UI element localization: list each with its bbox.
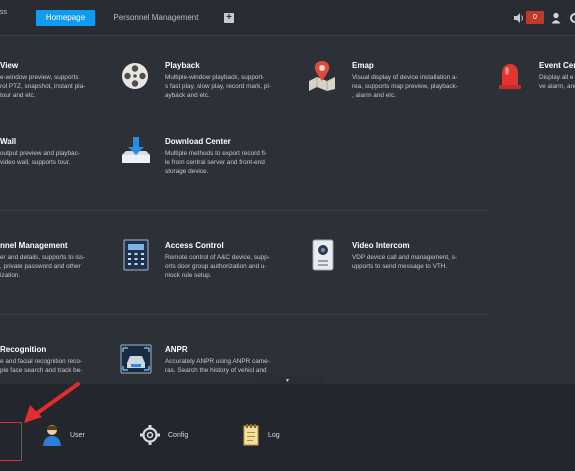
module-title: Recognition <box>0 345 47 354</box>
bottom-item-user[interactable]: User <box>42 424 102 448</box>
module-description: Multiple-window playback, support-s fast… <box>165 74 271 99</box>
add-tab-button[interactable]: + <box>224 13 234 23</box>
module-title: Wall <box>0 137 17 146</box>
settings-gear-icon[interactable] <box>568 12 575 24</box>
module-view[interactable]: View e-window preview, supports rol PTZ, … <box>0 61 110 121</box>
module-access-control[interactable]: Access Control Remote control of A&C dev… <box>118 239 288 299</box>
module-title: View <box>0 61 19 70</box>
module-title: Download Center <box>165 137 231 146</box>
bottom-item-label: Log <box>268 432 280 439</box>
log-icon <box>243 424 259 446</box>
access-control-icon <box>123 239 149 271</box>
module-description: Multiple methods to export record fi-le … <box>165 150 267 175</box>
module-playback[interactable]: Playback Multiple-window playback, suppo… <box>118 59 288 119</box>
module-description: VDP device call and management, s-upport… <box>352 254 458 270</box>
gear-icon <box>140 425 160 445</box>
bottom-item-config[interactable]: Config <box>140 424 210 448</box>
film-reel-icon <box>122 63 148 89</box>
user-icon[interactable] <box>551 12 561 24</box>
module-title: Access Control <box>165 241 224 250</box>
module-title: Emap <box>352 61 374 70</box>
module-description: e-window preview, supports rol PTZ, snaps… <box>0 74 86 99</box>
module-personnel-management[interactable]: nnel Management er and details, supports… <box>0 241 110 301</box>
module-emap[interactable]: Emap Visual display of device installati… <box>305 59 475 119</box>
module-title: Event Cen <box>539 61 575 70</box>
app-window: ss Homepage Personnel Management + 0 Vie… <box>0 0 575 471</box>
divider <box>330 210 490 211</box>
divider <box>0 314 490 315</box>
brand-title: ss <box>0 9 7 16</box>
module-description: er and details, supports to iss-, privat… <box>0 254 86 279</box>
module-description: Display all e ve alarm, and <box>539 74 575 90</box>
anpr-camera-icon <box>120 344 152 374</box>
bottom-toolbar: User Config Log <box>0 384 575 471</box>
user-icon <box>43 425 61 446</box>
chevron-down-icon: ▾ <box>286 378 290 384</box>
module-video-wall[interactable]: Wall output preview and playbac-video wa… <box>0 137 110 197</box>
alarm-light-icon <box>499 64 521 89</box>
speaker-icon[interactable] <box>513 12 525 24</box>
module-title: Playback <box>165 61 200 70</box>
download-icon <box>122 137 150 163</box>
module-title: Video Intercom <box>352 241 410 250</box>
module-description: Accurately ANPR using ANPR came-ras. Sea… <box>165 358 270 374</box>
bottom-item-label: User <box>70 432 85 439</box>
module-download-center[interactable]: Download Center Multiple methods to expo… <box>118 135 288 195</box>
intercom-icon <box>312 239 334 271</box>
bottom-item-log[interactable]: Log <box>242 424 302 448</box>
alarm-count-badge[interactable]: 0 <box>526 11 544 24</box>
module-description: output preview and playbac-video wall, s… <box>0 150 80 166</box>
module-description: Remote control of A&C device, supp-orts … <box>165 254 270 279</box>
top-bar: ss Homepage Personnel Management + 0 <box>0 0 575 36</box>
homepage-modules: View e-window preview, supports rol PTZ, … <box>0 37 575 384</box>
map-pin-icon <box>309 61 335 91</box>
tab-personnel-management[interactable]: Personnel Management <box>104 10 208 26</box>
module-title: nnel Management <box>0 241 68 250</box>
module-event-center[interactable]: Event Cen Display all e ve alarm, and <box>496 59 575 119</box>
bottom-item-label: Config <box>168 432 189 439</box>
module-face-recognition[interactable]: Recognition e and facial recognition rec… <box>0 345 110 384</box>
highlight-box <box>0 422 22 461</box>
tab-homepage[interactable]: Homepage <box>36 10 95 26</box>
module-description: e and facial recognition reco-ple face s… <box>0 358 83 374</box>
module-description: Visual display of device installation a-… <box>352 74 458 99</box>
module-video-intercom[interactable]: Video Intercom VDP device call and manag… <box>305 239 475 299</box>
module-title: ANPR <box>165 345 188 354</box>
